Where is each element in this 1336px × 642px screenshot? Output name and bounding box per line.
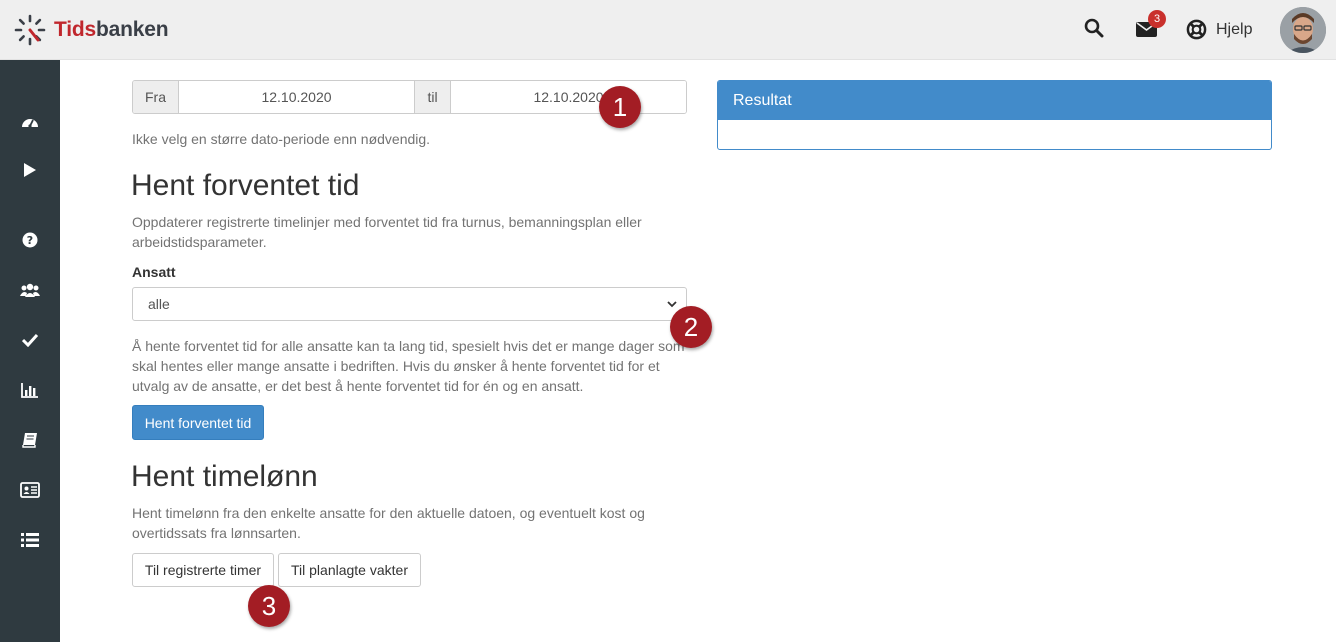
employee-select[interactable]: alle	[132, 287, 687, 321]
logo-icon	[14, 14, 46, 46]
to-label: til	[414, 81, 451, 113]
employee-select-value: alle	[148, 296, 170, 312]
expected-time-description: Oppdaterer registrerte timelinjer med fo…	[132, 214, 642, 250]
planned-shifts-button[interactable]: Til planlagte vakter	[278, 553, 421, 587]
user-avatar[interactable]	[1280, 7, 1326, 53]
play-icon	[24, 163, 36, 177]
sidebar-item-dashboard[interactable]	[0, 102, 60, 142]
sidebar-item-approve[interactable]	[0, 320, 60, 360]
sidebar-item-reports[interactable]	[0, 370, 60, 410]
step-marker-3: 3	[248, 585, 290, 627]
sidebar-item-id-card[interactable]	[0, 470, 60, 510]
to-date-input[interactable]: 12.10.2020	[451, 81, 686, 113]
list-icon	[21, 533, 39, 547]
date-range-hint: Ikke velg en større dato-periode enn nød…	[132, 131, 431, 147]
employee-label: Ansatt	[132, 264, 176, 280]
help-label: Hjelp	[1216, 20, 1253, 38]
check-icon	[22, 333, 38, 347]
search-button[interactable]	[1084, 18, 1104, 38]
result-panel: Resultat	[717, 80, 1272, 150]
svg-text:?: ?	[27, 234, 33, 247]
logo-text: Tidsbanken	[54, 18, 169, 41]
tidsbanken-logo[interactable]: Tidsbanken	[14, 14, 169, 46]
hourly-wage-title: Hent timelønn	[131, 460, 318, 493]
registered-hours-button[interactable]: Til registrerte timer	[132, 553, 274, 587]
sidebar-item-book[interactable]	[0, 420, 60, 460]
help-button[interactable]: Hjelp	[1186, 19, 1252, 40]
users-icon	[20, 283, 40, 297]
step-marker-1: 1	[599, 86, 641, 128]
sidebar-item-play[interactable]	[0, 150, 60, 190]
step-marker-2: 2	[670, 306, 712, 348]
fetch-expected-time-button[interactable]: Hent forventet tid	[132, 405, 264, 440]
from-date-input[interactable]: 12.10.2020	[179, 81, 414, 113]
sidebar-item-help[interactable]: ?	[0, 220, 60, 260]
dashboard-icon	[22, 119, 38, 128]
question-icon: ?	[22, 232, 38, 248]
sidebar-item-list[interactable]	[0, 520, 60, 560]
lifebuoy-icon	[1186, 19, 1207, 40]
hourly-wage-description: Hent timelønn fra den enkelte ansatte fo…	[132, 505, 645, 541]
id-card-icon	[20, 482, 40, 498]
avatar-image	[1280, 7, 1326, 53]
sidebar-item-employees[interactable]	[0, 270, 60, 310]
expected-time-warning: Å hente forventet tid for alle ansatte k…	[132, 338, 685, 394]
messages-button[interactable]: 3	[1136, 10, 1166, 38]
sidebar: ?	[0, 60, 60, 642]
bar-chart-icon	[21, 383, 38, 398]
expected-time-title: Hent forventet tid	[131, 169, 360, 202]
result-panel-title: Resultat	[718, 81, 1271, 120]
messages-count-badge: 3	[1148, 10, 1166, 28]
from-label: Fra	[133, 81, 179, 113]
chevron-down-icon	[667, 301, 677, 308]
book-icon	[22, 433, 37, 448]
top-navbar: Tidsbanken 3 Hjelp	[0, 0, 1336, 60]
search-icon	[1084, 18, 1104, 38]
